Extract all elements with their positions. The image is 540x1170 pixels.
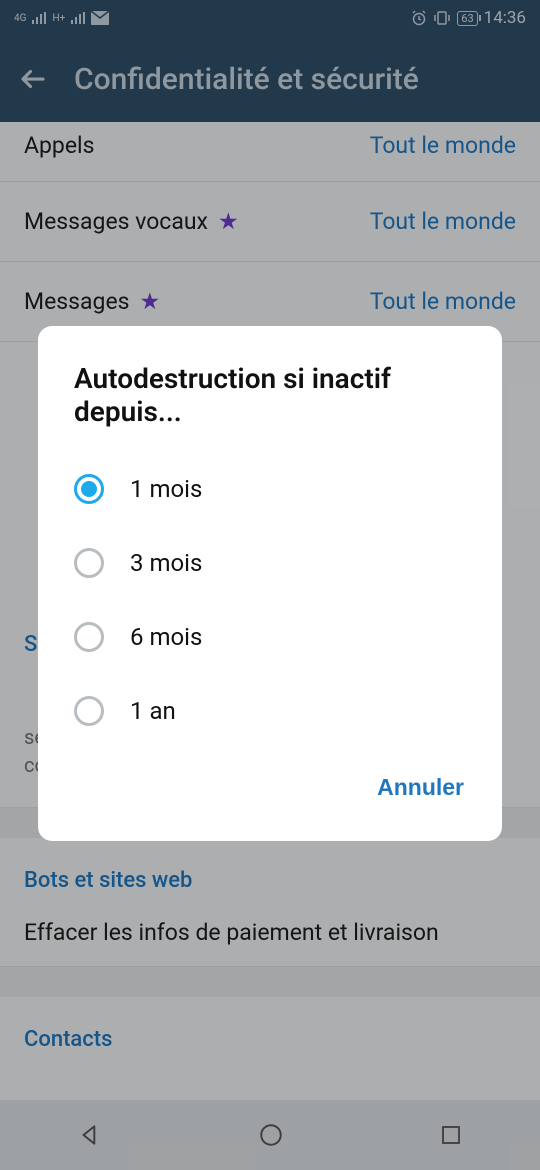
autodestruct-dialog: Autodestruction si inactif depuis... 1 m… (38, 326, 502, 841)
option-label: 1 an (130, 697, 176, 725)
radio-icon (74, 548, 104, 578)
option-6-months[interactable]: 6 mois (38, 600, 502, 674)
radio-icon (74, 622, 104, 652)
dialog-title: Autodestruction si inactif depuis... (38, 362, 502, 452)
option-label: 3 mois (130, 549, 202, 577)
option-1-month[interactable]: 1 mois (38, 452, 502, 526)
radio-icon (74, 474, 104, 504)
option-label: 1 mois (130, 475, 202, 503)
option-3-months[interactable]: 3 mois (38, 526, 502, 600)
option-label: 6 mois (130, 623, 202, 651)
radio-icon (74, 696, 104, 726)
option-1-year[interactable]: 1 an (38, 674, 502, 748)
cancel-button[interactable]: Annuler (369, 764, 472, 811)
